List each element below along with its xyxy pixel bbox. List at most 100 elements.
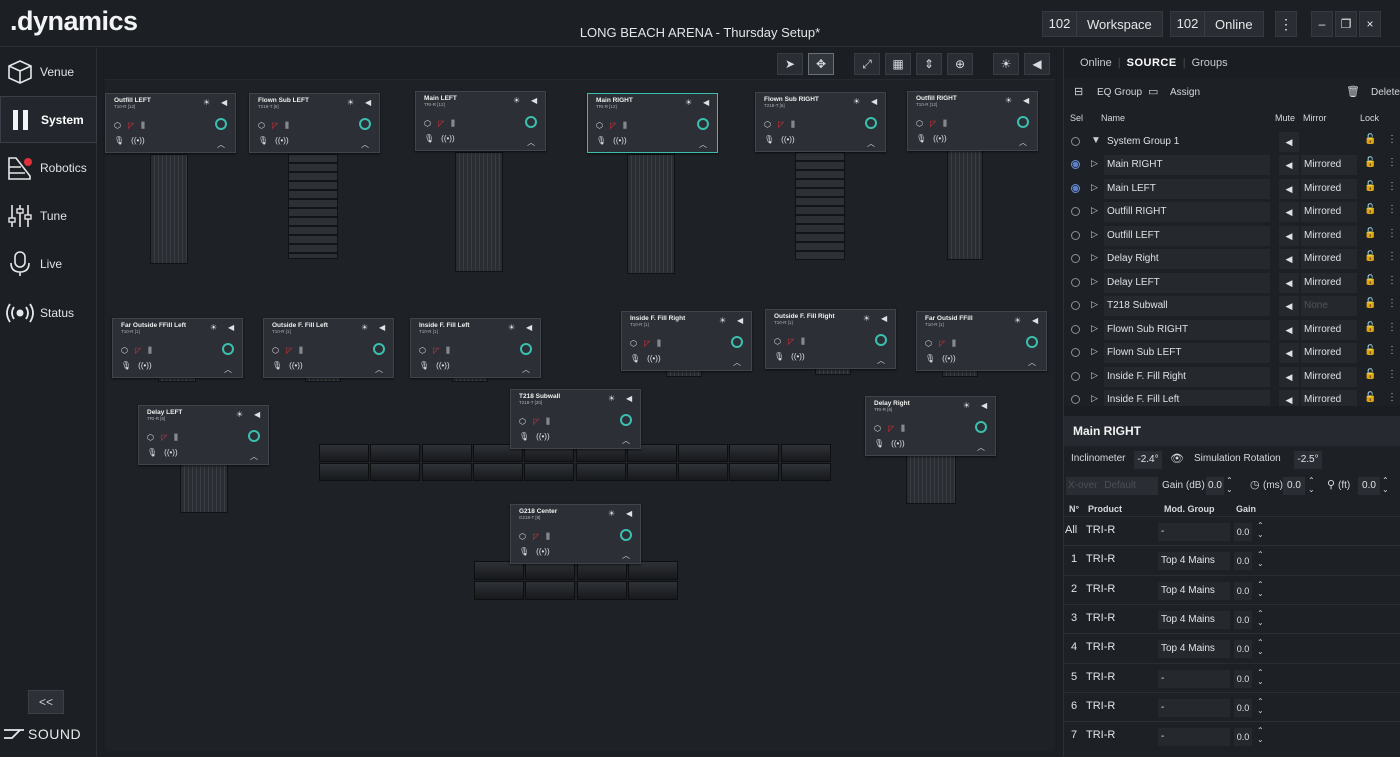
speaker-card[interactable]: Main LEFT TRI-R [12] ☀ ◀ ⬡ ◸ ⫼ 🎙 ((•)) ︿ [415,91,546,151]
cube-icon[interactable]: ⬡ [114,121,121,131]
status-ring-icon[interactable] [620,414,632,426]
microphone-icon[interactable]: 🎙 [424,134,434,143]
sliders-icon[interactable]: ⫼ [141,121,145,131]
source-row[interactable]: ▷ Outfill LEFT ◀ Mirrored 🔓 ⋮ [1064,225,1400,247]
status-ring-icon[interactable] [865,117,877,129]
mod-group-select[interactable]: Top 4 Mains [1158,610,1230,629]
nav-system[interactable]: System [0,96,97,143]
chevron-up-icon[interactable]: ︿ [733,357,741,368]
mute-icon[interactable]: ◀ [1279,132,1299,152]
tab-groups[interactable]: Groups [1186,57,1234,69]
status-ring-icon[interactable] [222,343,234,355]
sliders-icon[interactable]: ⫼ [801,337,805,347]
more-icon[interactable]: ⋮ [1387,157,1397,168]
play-icon[interactable]: ▷ [1091,370,1098,381]
nav-tune[interactable]: Tune [0,192,97,239]
unlock-icon[interactable]: 🔓 [1364,251,1376,262]
sliders-icon[interactable]: ⫼ [791,120,795,130]
unlock-icon[interactable]: 🔓 [1364,298,1376,309]
robotics-icon[interactable]: ◸ [778,120,784,130]
status-ring-icon[interactable] [215,118,227,130]
select-radio[interactable] [1071,137,1080,146]
unlock-icon[interactable]: 🔓 [1364,345,1376,356]
zoom-icon[interactable]: ⊕ [947,53,973,75]
mod-group-select[interactable]: - [1158,698,1230,717]
unlock-icon[interactable]: 🔓 [1364,322,1376,333]
more-vertical-icon[interactable]: ⋮ [1275,11,1297,37]
gain-stepper[interactable]: ⌃ ⌄ [1257,521,1264,539]
mirror-select[interactable]: Mirrored [1301,225,1357,246]
module-gain-input[interactable]: 0.0 [1234,728,1252,747]
cube-icon[interactable]: ⬡ [258,121,265,131]
gain-stepper[interactable]: ⌃ ⌄ [1257,697,1264,715]
mute-icon[interactable]: ◀ [1279,343,1299,363]
broadcast-icon[interactable]: ((•)) [891,439,904,448]
microphone-icon[interactable]: 🎙 [630,354,640,363]
eq-group-icon[interactable]: ⊟ [1074,85,1083,98]
unlock-icon[interactable]: 🔓 [1364,369,1376,380]
cube-icon[interactable]: ⬡ [519,532,526,542]
chevron-down-icon[interactable]: ▼ [1091,135,1101,146]
broadcast-icon[interactable]: ((•)) [289,361,302,370]
cube-icon[interactable]: ⬡ [519,417,526,427]
nav-status[interactable]: Status [0,289,97,336]
broadcast-icon[interactable]: ((•)) [791,352,804,361]
source-name[interactable]: Flown Sub LEFT [1104,343,1270,363]
robotics-icon[interactable]: ◸ [533,532,539,542]
mute-icon[interactable]: ◀ [1279,272,1299,293]
status-ring-icon[interactable] [731,336,743,348]
line-array[interactable] [795,152,845,260]
group-row[interactable]: ▼ System Group 1 ◀ 🔓 ⋮ [1064,131,1400,153]
speaker-icon[interactable]: ◀ [365,98,371,107]
microphone-icon[interactable]: 🎙 [874,439,884,448]
microphone-icon[interactable]: 🎙 [272,361,282,370]
play-icon[interactable]: ▷ [1091,299,1098,310]
cube-icon[interactable]: ⬡ [596,121,603,131]
source-row[interactable]: ▷ Flown Sub LEFT ◀ Mirrored 🔓 ⋮ [1064,342,1400,364]
status-ring-icon[interactable] [373,343,385,355]
unlock-icon[interactable]: 🔓 [1364,181,1376,192]
microphone-icon[interactable]: 🎙 [121,361,131,370]
microphone-icon[interactable]: 🎙 [596,136,606,145]
status-ring-icon[interactable] [248,430,260,442]
microphone-icon[interactable]: 🎙 [147,448,157,457]
sim-rotation-input[interactable]: -2.5° [1294,451,1322,469]
play-icon[interactable]: ▷ [1091,346,1098,357]
play-icon[interactable]: ▷ [1091,182,1098,193]
sliders-icon[interactable]: ⫼ [451,119,455,129]
delay-input[interactable]: 0.0 [1283,477,1305,495]
brightness-icon[interactable]: ☀ [236,410,243,419]
chevron-up-icon[interactable]: ︿ [522,364,530,375]
broadcast-icon[interactable]: ((•)) [942,354,955,363]
sliders-icon[interactable]: ⫼ [174,433,178,443]
speaker-icon[interactable]: ◀ [737,316,743,325]
status-ring-icon[interactable] [975,421,987,433]
select-radio[interactable] [1071,207,1080,216]
unlock-icon[interactable]: 🔓 [1364,204,1376,215]
line-array[interactable] [180,463,228,513]
brightness-icon[interactable]: ☀ [608,509,615,518]
gain-stepper[interactable]: ⌃ ⌄ [1257,726,1264,744]
source-row[interactable]: ▷ Main RIGHT ◀ Mirrored 🔓 ⋮ [1064,154,1400,176]
robotics-icon[interactable]: ◸ [930,119,936,129]
speaker-card[interactable]: Delay Right TRI-R [6] ☀ ◀ ⬡ ◸ ⫼ 🎙 ((•)) ︿ [865,396,996,456]
brightness-icon[interactable]: ☀ [203,98,210,107]
line-array[interactable] [288,154,338,259]
cube-icon[interactable]: ⬡ [764,120,771,130]
source-name[interactable]: Outfill RIGHT [1104,202,1270,222]
cube-icon[interactable]: ⬡ [925,339,932,349]
online-button[interactable]: 102 Online [1170,11,1264,37]
broadcast-icon[interactable]: ((•)) [781,135,794,144]
broadcast-icon[interactable]: ((•)) [164,448,177,457]
sliders-icon[interactable]: ⫼ [285,121,289,131]
speaker-icon[interactable]: ◀ [703,98,709,107]
broadcast-icon[interactable]: ((•)) [613,136,626,145]
cube-icon[interactable]: ⬡ [272,346,279,356]
nav-live[interactable]: Live [0,240,97,287]
speaker-icon[interactable]: ◀ [881,314,887,323]
broadcast-icon[interactable]: ((•)) [536,432,549,441]
gain-stepper[interactable]: ⌃ ⌄ [1257,580,1264,598]
source-name[interactable]: Main LEFT [1104,178,1270,199]
status-ring-icon[interactable] [520,343,532,355]
gain-input[interactable]: 0.0 [1206,477,1224,495]
